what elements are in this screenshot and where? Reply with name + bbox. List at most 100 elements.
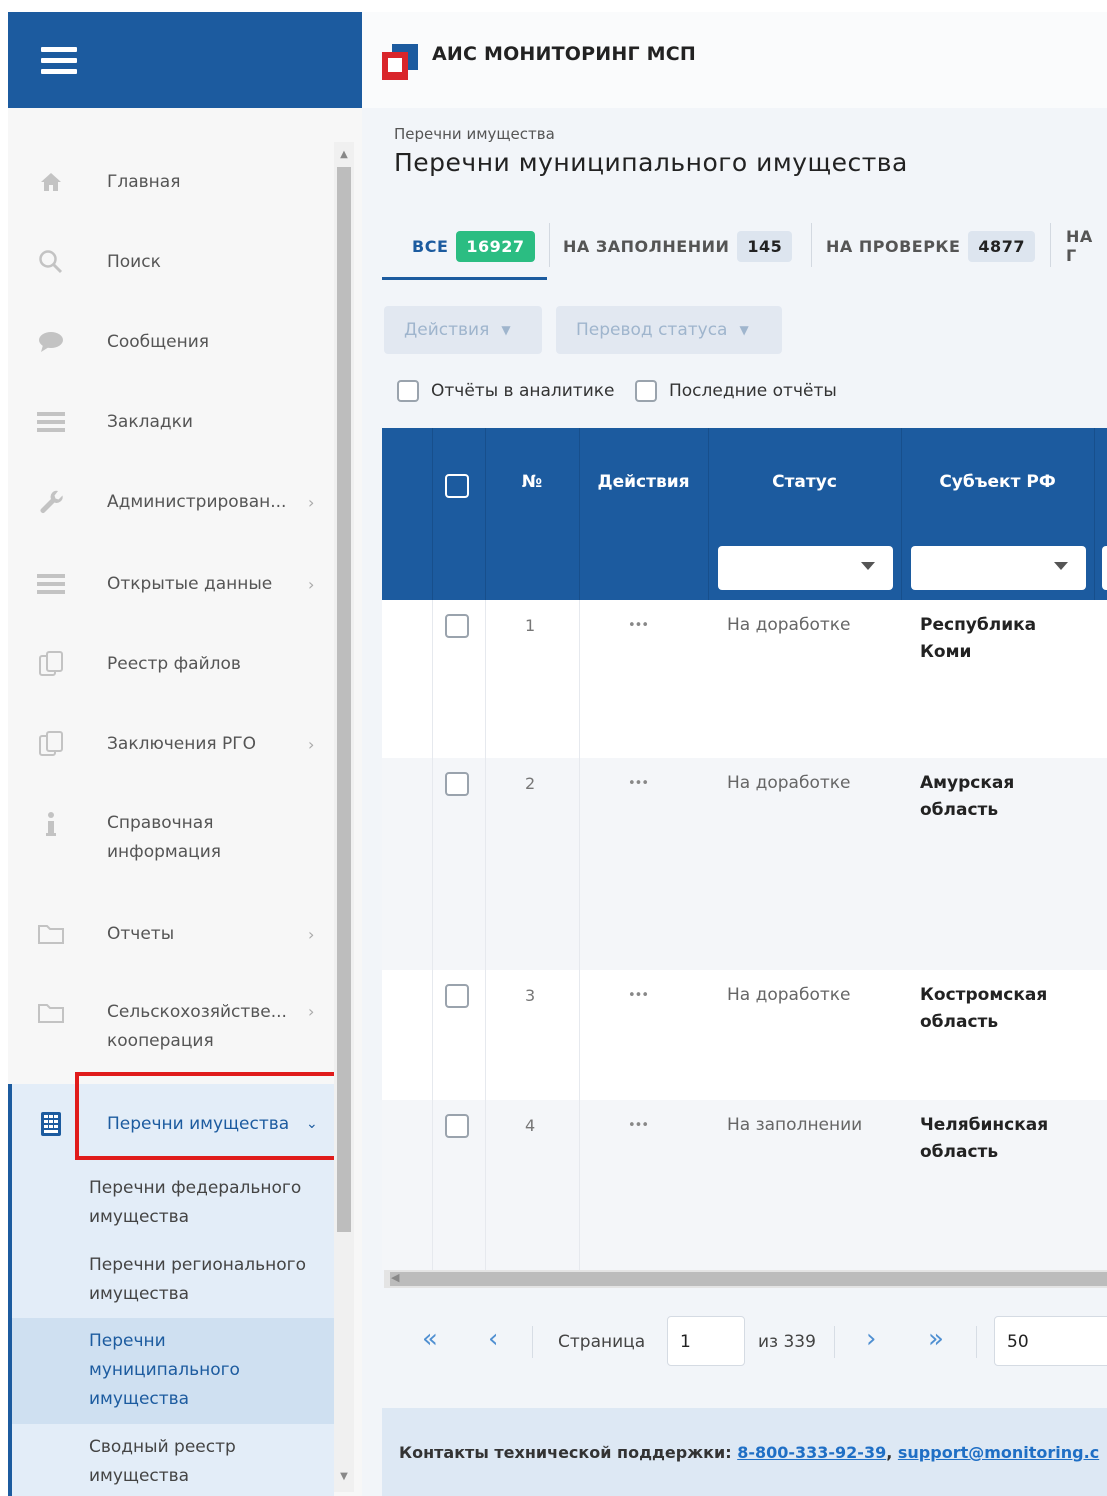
row-actions-menu-icon[interactable]: ••• [628, 988, 649, 1003]
select-all-checkbox[interactable] [445, 474, 469, 498]
chevron-right-icon: › [308, 1002, 315, 1021]
sidebar-item-rgo-conclusions[interactable]: Заключения РГО › [8, 724, 334, 764]
support-contacts: Контакты технической поддержки: 8-800-33… [399, 1443, 1099, 1462]
sidebar-item-messages[interactable]: Сообщения [8, 322, 334, 362]
support-phone-link[interactable]: 8-800-333-92-39 [737, 1443, 886, 1462]
page-total-label: из 339 [758, 1332, 816, 1352]
sidebar-item-file-registry[interactable]: Реестр файлов [8, 644, 334, 684]
top-bar: АИС МОНИТОРИНГ МСП [362, 12, 1107, 108]
files-icon [36, 649, 66, 679]
folder-icon [36, 998, 66, 1028]
support-separator: , [886, 1443, 898, 1462]
column-divider [579, 600, 580, 1270]
tab-count-badge: 145 [737, 230, 793, 262]
analytics-reports-checkbox[interactable] [397, 380, 419, 402]
column-header-region[interactable]: Субъект РФ [901, 472, 1094, 492]
sidebar-item-reference-info[interactable]: Справочная информация [8, 807, 334, 867]
column-header-actions[interactable]: Действия [579, 472, 708, 492]
next-page-icon[interactable]: › [866, 1324, 876, 1354]
sidebar-item-reports[interactable]: Отчеты › [8, 914, 334, 954]
home-icon [36, 167, 66, 197]
sidebar-item-bookmarks[interactable]: Закладки [8, 402, 334, 442]
pagination: « ‹ Страница 1 из 339 › » 50 [382, 1298, 1107, 1388]
menu-icon[interactable] [41, 47, 77, 75]
tab-filling[interactable]: НА ЗАПОЛНЕНИИ 145 [563, 213, 793, 279]
support-label: Контакты технической поддержки: [399, 1443, 738, 1462]
content-area: Перечни имущества Перечни муниципального… [362, 108, 1107, 1496]
latest-reports-checkbox[interactable] [635, 380, 657, 402]
sidebar-subitem-municipal[interactable]: Перечни муниципального имущества [89, 1327, 329, 1414]
row-checkbox[interactable] [445, 772, 469, 796]
sidebar-subitem-federal[interactable]: Перечни федерального имущества [89, 1174, 329, 1232]
table-body: 1 ••• На доработке Республика Коми 2 •••… [382, 600, 1107, 1270]
caret-down-icon [1054, 562, 1068, 570]
sidebar-item-administration[interactable]: Администрирован... › [8, 482, 334, 522]
tab-label: НА ПРОВЕРКЕ [826, 236, 961, 256]
table-row: 2 ••• На доработке Амурская область [382, 758, 1107, 970]
next-column-filter-select[interactable] [1102, 546, 1107, 590]
prev-page-icon[interactable]: ‹ [488, 1324, 498, 1354]
status-filter-select[interactable] [718, 546, 893, 590]
row-checkbox[interactable] [445, 1114, 469, 1138]
region-filter-select[interactable] [911, 546, 1086, 590]
row-actions-menu-icon[interactable]: ••• [628, 776, 649, 791]
column-header-status[interactable]: Статус [708, 472, 901, 492]
sidebar-subitem-consolidated-registry[interactable]: Сводный реестр имущества [89, 1433, 329, 1491]
sidebar-item-label: Администрирован... [107, 491, 287, 512]
column-divider [432, 600, 433, 1270]
page-number-input[interactable]: 1 [667, 1316, 745, 1366]
table-header: № Действия Статус Субъект РФ [382, 428, 1107, 600]
sidebar-item-label: Отчеты [107, 923, 175, 944]
scroll-left-icon[interactable]: ◀ [391, 1271, 399, 1284]
sidebar-item-home[interactable]: Главная [8, 162, 334, 202]
row-region: Челябинская область [920, 1115, 1049, 1162]
tab-checking[interactable]: НА ПРОВЕРКЕ 4877 [826, 213, 1035, 279]
tab-separator [1050, 223, 1051, 267]
status-tabs: ВСЕ 16927 НА ЗАПОЛНЕНИИ 145 НА ПРОВЕРКЕ … [382, 213, 1107, 281]
breadcrumb[interactable]: Перечни имущества [394, 125, 555, 143]
first-page-icon[interactable]: « [422, 1324, 438, 1354]
tab-count-badge: 16927 [456, 230, 535, 262]
sidebar-item-search[interactable]: Поиск [8, 242, 334, 282]
last-page-icon[interactable]: » [928, 1324, 944, 1354]
caret-down-icon: ▼ [739, 323, 749, 337]
actions-button-label: Действия [404, 320, 490, 340]
sidebar-item-open-data[interactable]: Открытые данные › [8, 564, 334, 604]
pager-separator [976, 1326, 977, 1358]
info-icon [36, 809, 66, 839]
row-region: Костромская область [920, 985, 1048, 1032]
row-actions-menu-icon[interactable]: ••• [628, 618, 649, 633]
latest-reports-filter[interactable]: Последние отчёты [635, 380, 837, 402]
tab-separator [549, 223, 550, 267]
list-icon [36, 569, 66, 599]
table-horizontal-scrollbar-thumb[interactable] [390, 1272, 1107, 1286]
row-checkbox[interactable] [445, 614, 469, 638]
scroll-down-icon[interactable]: ▼ [338, 1472, 350, 1482]
row-number: 4 [525, 1116, 536, 1135]
analytics-reports-label: Отчёты в аналитике [431, 381, 615, 401]
table-row: 4 ••• На заполнении Челябинская область [382, 1100, 1107, 1270]
tab-separator [811, 223, 812, 267]
column-divider [708, 428, 709, 600]
analytics-reports-filter[interactable]: Отчёты в аналитике [397, 380, 614, 402]
status-transfer-button-label: Перевод статуса [576, 320, 728, 340]
row-region: Амурская область [920, 773, 1015, 820]
sidebar-item-label: Заключения РГО [107, 733, 257, 754]
column-header-number[interactable]: № [485, 472, 579, 492]
sidebar-item-agri-cooperation[interactable]: Сельскохозяйстве... кооперация › [8, 998, 334, 1058]
actions-dropdown-button[interactable]: Действия ▼ [384, 306, 542, 354]
tab-next-cut[interactable]: НА Г [1066, 213, 1107, 279]
scroll-up-icon[interactable]: ▲ [338, 150, 350, 160]
row-region: Республика Коми [920, 615, 1037, 662]
sidebar-scrollbar-thumb[interactable] [337, 167, 351, 1232]
pager-separator [532, 1326, 533, 1358]
support-email-link[interactable]: support@monitoring.c [898, 1443, 1099, 1462]
status-transfer-dropdown-button[interactable]: Перевод статуса ▼ [556, 306, 782, 354]
tab-all[interactable]: ВСЕ 16927 [412, 213, 535, 279]
column-divider [579, 428, 580, 600]
sidebar-subitem-regional[interactable]: Перечни регионального имущества [89, 1251, 329, 1309]
latest-reports-label: Последние отчёты [669, 381, 837, 401]
row-checkbox[interactable] [445, 984, 469, 1008]
row-actions-menu-icon[interactable]: ••• [628, 1118, 649, 1133]
page-size-select[interactable]: 50 [994, 1316, 1107, 1366]
